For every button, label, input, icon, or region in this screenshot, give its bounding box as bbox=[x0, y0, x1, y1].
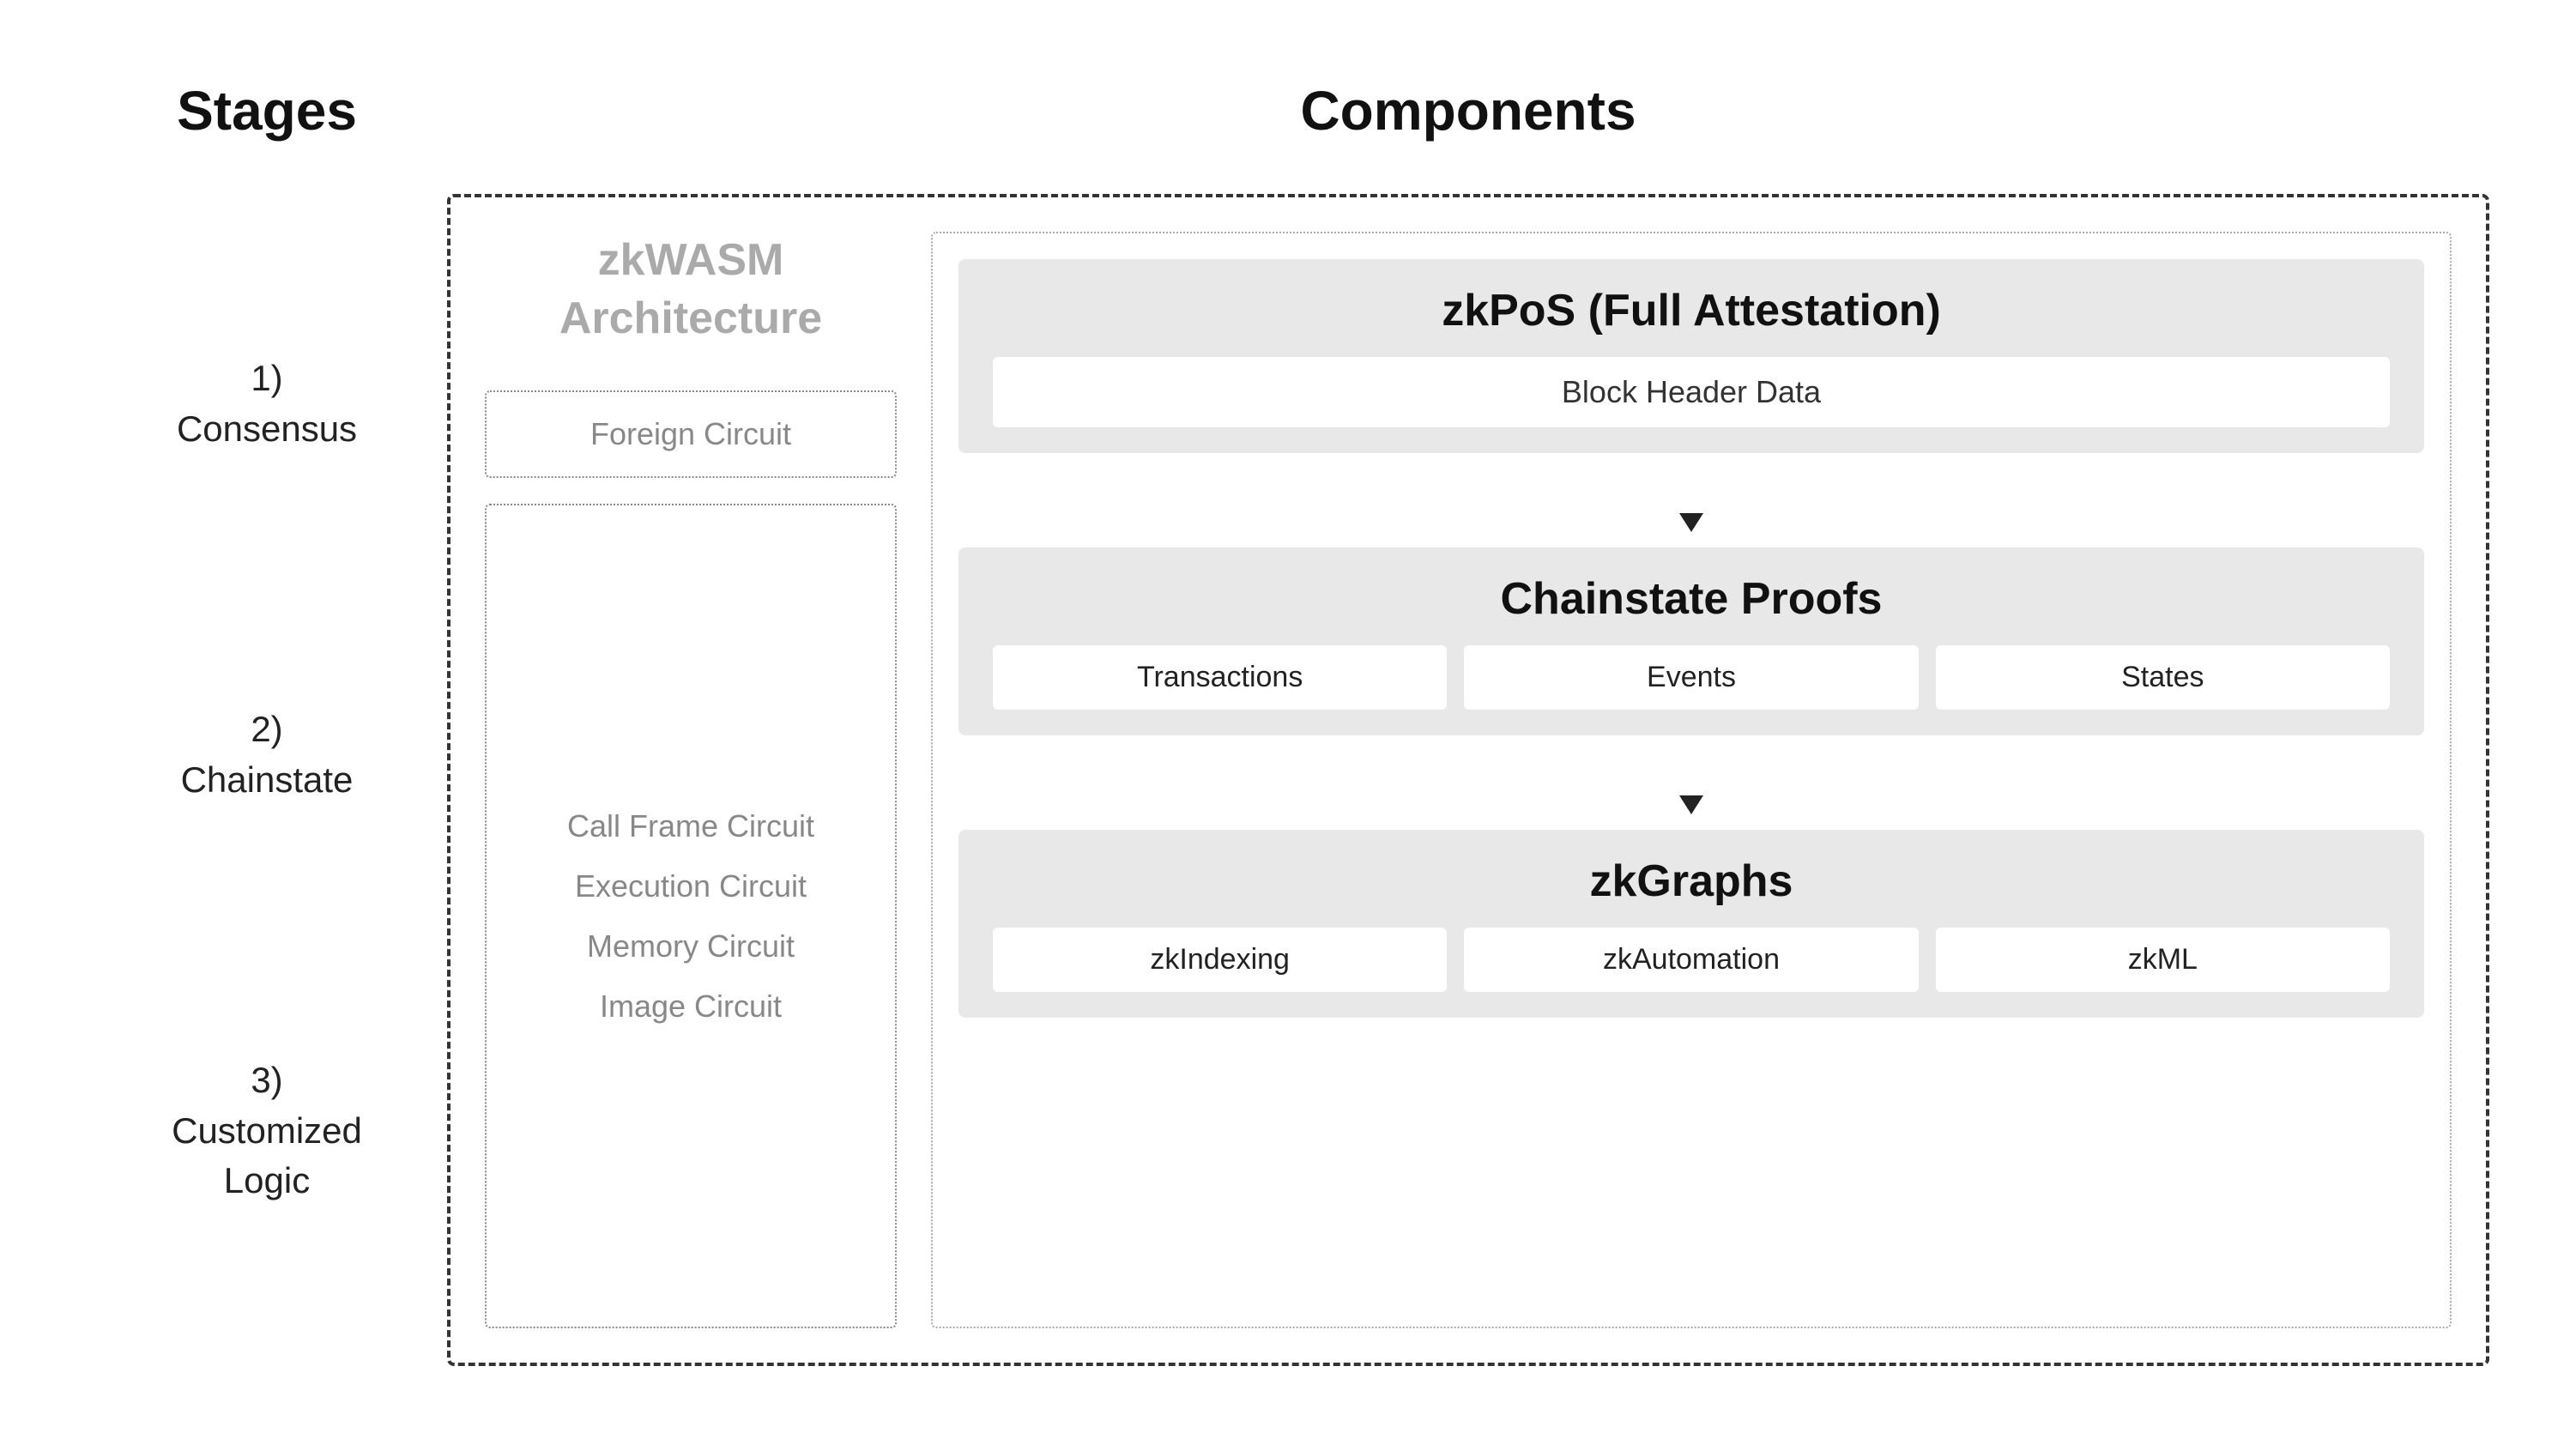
stages-header: Stages bbox=[87, 79, 447, 142]
main-row: 1) Consensus 2) Chainstate 3) Customized… bbox=[87, 194, 2489, 1366]
right-panel: zkPoS (Full Attestation) Block Header Da… bbox=[931, 232, 2452, 1328]
zkpos-title: zkPoS (Full Attestation) bbox=[993, 285, 2390, 336]
zkpos-data-box: Block Header Data bbox=[993, 357, 2390, 427]
zkgraphs-ml: zkML bbox=[1936, 928, 2390, 992]
zkgraphs-section: zkGraphs zkIndexing zkAutomation zkML bbox=[958, 830, 2424, 1018]
chainstate-boxes: Transactions Events States bbox=[993, 645, 2390, 710]
zkpos-section: zkPoS (Full Attestation) Block Header Da… bbox=[958, 259, 2424, 453]
chainstate-events: Events bbox=[1464, 645, 1918, 710]
zkwasm-panel: zkWASM Architecture Foreign Circuit Call… bbox=[485, 232, 897, 1328]
zkgraphs-title: zkGraphs bbox=[993, 856, 2390, 907]
call-frame-circuit: Call Frame Circuit bbox=[567, 808, 814, 844]
memory-circuit: Memory Circuit bbox=[587, 928, 795, 964]
image-circuit: Image Circuit bbox=[600, 989, 782, 1025]
zkgraphs-boxes: zkIndexing zkAutomation zkML bbox=[993, 928, 2390, 992]
chainstate-title: Chainstate Proofs bbox=[993, 573, 2390, 625]
chainstate-states: States bbox=[1936, 645, 2390, 710]
chainstate-section: Chainstate Proofs Transactions Events St… bbox=[958, 547, 2424, 735]
zkwasm-circuits-box: Call Frame Circuit Execution Circuit Mem… bbox=[485, 504, 897, 1328]
chainstate-transactions: Transactions bbox=[993, 645, 1447, 710]
stage-consensus: 1) Consensus bbox=[177, 354, 357, 455]
header-row: Stages Components bbox=[87, 79, 2489, 142]
foreign-circuit-label: Foreign Circuit bbox=[590, 416, 791, 451]
arrow-to-chainstate bbox=[958, 479, 2424, 547]
zkwasm-title: zkWASM Architecture bbox=[559, 232, 822, 348]
zkgraphs-automation: zkAutomation bbox=[1464, 928, 1918, 992]
stage-customized: 3) CustomizedLogic bbox=[172, 1055, 362, 1206]
components-column: zkWASM Architecture Foreign Circuit Call… bbox=[447, 194, 2489, 1366]
arrow-to-zkgraphs bbox=[958, 761, 2424, 830]
execution-circuit: Execution Circuit bbox=[575, 868, 807, 904]
foreign-circuit-box: Foreign Circuit bbox=[485, 390, 897, 478]
page-container: Stages Components 1) Consensus 2) Chains… bbox=[87, 79, 2489, 1366]
stages-column: 1) Consensus 2) Chainstate 3) Customized… bbox=[87, 194, 447, 1366]
components-header: Components bbox=[447, 79, 2489, 142]
zkgraphs-indexing: zkIndexing bbox=[993, 928, 1447, 992]
stage-chainstate: 2) Chainstate bbox=[181, 704, 354, 806]
